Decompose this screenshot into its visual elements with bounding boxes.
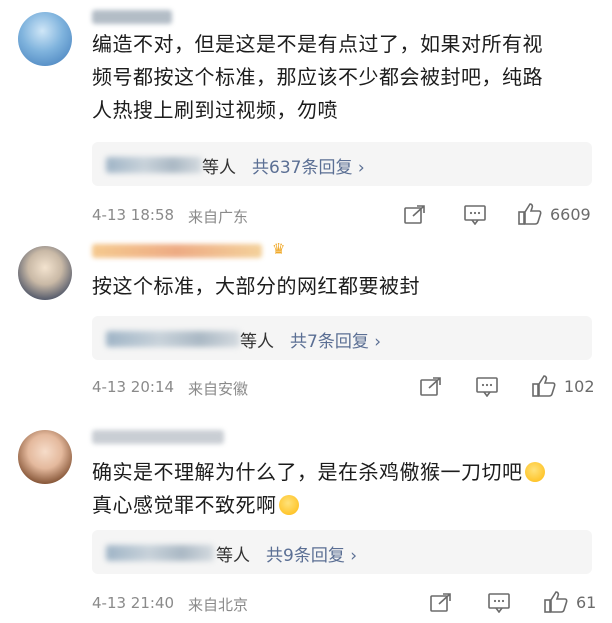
comment-line-text: 确实是不理解为什么了，是在杀鸡儆猴一刀切吧: [92, 460, 523, 484]
view-replies-link[interactable]: 共637条回复 ›: [252, 153, 365, 178]
comment-location: 来自安徽: [188, 380, 249, 398]
comment-line: 编造不对，但是这是不是有点过了，如果对所有视: [92, 32, 543, 56]
comment-time: 4-13 21:40: [92, 594, 175, 612]
comment-location: 来自广东: [188, 208, 249, 226]
username-blurred[interactable]: [92, 10, 172, 24]
reply-users-label: 等人: [240, 332, 274, 352]
comment-text: 确实是不理解为什么了，是在杀鸡儆猴一刀切吧 真心感觉罪不致死啊: [92, 456, 592, 522]
like-count: 6609: [550, 205, 591, 224]
username-blurred[interactable]: [92, 430, 224, 444]
share-icon[interactable]: [420, 377, 442, 401]
thumbs-up-icon[interactable]: [532, 375, 556, 401]
comment-item: ♛ 按这个标准，大部分的网红都要被封 等人 共7条回复 › 4-13 20:14…: [0, 232, 612, 416]
reply-users-label: 等人: [202, 158, 236, 178]
comment-line: 人热搜上刷到过视频，勿喷: [92, 98, 338, 122]
thumbs-up-icon[interactable]: [518, 203, 542, 229]
avatar[interactable]: [18, 12, 72, 66]
comment-line: 确实是不理解为什么了，是在杀鸡儆猴一刀切吧: [92, 456, 592, 489]
comment-line: 真心感觉罪不致死啊: [92, 489, 592, 522]
laughing-tears-emoji-icon: [524, 462, 545, 482]
comment-icon[interactable]: [488, 593, 510, 617]
comment-line: 频号都按这个标准，那应该不少都会被封吧，纯路: [92, 65, 543, 89]
avatar[interactable]: [18, 246, 72, 300]
thumbs-up-icon[interactable]: [544, 591, 568, 617]
reply-summary[interactable]: 等人 共9条回复 ›: [92, 530, 592, 574]
reply-users-blurred: [106, 331, 240, 347]
like-count: 61: [576, 593, 597, 612]
view-replies-link[interactable]: 共9条回复 ›: [266, 541, 357, 566]
view-replies-link[interactable]: 共7条回复 ›: [290, 327, 381, 352]
comment-text: 按这个标准，大部分的网红都要被封: [92, 270, 592, 303]
comment-icon[interactable]: [476, 377, 498, 401]
comment-location: 来自北京: [188, 596, 249, 614]
share-icon[interactable]: [404, 205, 426, 229]
sweat-emoji-icon: [278, 495, 299, 515]
comment-item: 确实是不理解为什么了，是在杀鸡儆猴一刀切吧 真心感觉罪不致死啊 等人 共9条回复…: [0, 416, 612, 623]
share-icon[interactable]: [430, 593, 452, 617]
reply-summary[interactable]: 等人 共7条回复 ›: [92, 316, 592, 360]
reply-users-label: 等人: [216, 546, 250, 566]
crown-icon: ♛: [272, 240, 286, 258]
like-count: 102: [564, 377, 595, 396]
comment-text: 编造不对，但是这是不是有点过了，如果对所有视 频号都按这个标准，那应该不少都会被…: [92, 28, 592, 127]
comment-time: 4-13 18:58: [92, 206, 175, 224]
reply-summary[interactable]: 等人 共637条回复 ›: [92, 142, 592, 186]
comment-line: 按这个标准，大部分的网红都要被封: [92, 274, 420, 298]
username-blurred[interactable]: [92, 244, 262, 258]
reply-users-blurred: [106, 545, 214, 561]
comment-icon[interactable]: [464, 205, 486, 229]
reply-users-blurred: [106, 157, 202, 173]
comment-line-text: 真心感觉罪不致死啊: [92, 493, 277, 517]
comment-item: 编造不对，但是这是不是有点过了，如果对所有视 频号都按这个标准，那应该不少都会被…: [0, 0, 612, 232]
comment-time: 4-13 20:14: [92, 378, 175, 396]
avatar[interactable]: [18, 430, 72, 484]
